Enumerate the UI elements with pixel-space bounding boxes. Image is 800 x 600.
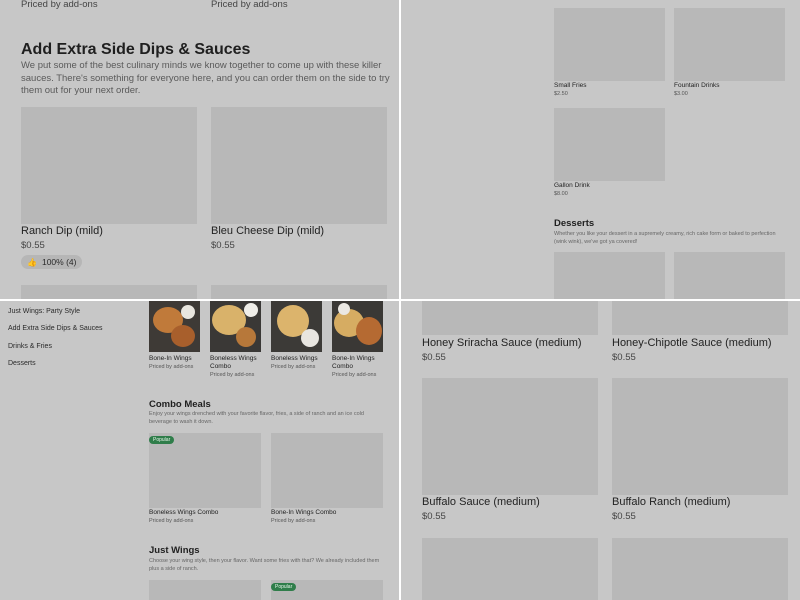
section-description: Choose your wing style, then your flavor…: [149, 558, 380, 572]
panel-drinks-top-right: Small Fries $2.50 Fountain Drinks $3.00 …: [401, 0, 800, 300]
section-title: Desserts: [554, 218, 595, 229]
item-image[interactable]: [612, 538, 788, 600]
item-name[interactable]: Buffalo Sauce (medium): [422, 496, 540, 508]
item-name[interactable]: Honey Sriracha Sauce (medium): [422, 337, 582, 349]
popular-badge: Popular: [149, 436, 175, 444]
item-image[interactable]: [674, 8, 785, 81]
nav-item-desserts[interactable]: Desserts: [8, 360, 36, 367]
item-price: Priced by add-ons: [149, 364, 194, 370]
item-name[interactable]: Boneless Wings: [271, 355, 326, 363]
item-image[interactable]: [554, 108, 665, 181]
item-image[interactable]: [674, 252, 785, 300]
item-price: $0.55: [612, 352, 636, 363]
panel-menu-bottom-left: Just Wings: Party Style Add Extra Side D…: [0, 301, 400, 600]
item-price: Priced by add-ons: [149, 518, 194, 524]
item-price: Priced by add-ons: [211, 0, 288, 10]
item-image[interactable]: [554, 252, 665, 300]
item-image[interactable]: [149, 433, 261, 508]
item-image[interactable]: [210, 301, 261, 352]
item-name[interactable]: Boneless Wings Combo: [149, 509, 218, 516]
item-name[interactable]: Bone-In Wings Combo: [332, 355, 387, 371]
item-name[interactable]: Boneless Wings Combo: [210, 355, 265, 371]
item-name[interactable]: Bone-In Wings: [149, 355, 204, 363]
item-price: Priced by add-ons: [271, 364, 316, 370]
item-image[interactable]: [21, 107, 197, 224]
item-price: $0.55: [422, 511, 446, 522]
item-image[interactable]: [271, 433, 383, 508]
section-description: Whether you like your dessert in a supre…: [554, 231, 776, 245]
thumbs-up-icon: 👍: [27, 257, 37, 267]
item-price: Priced by add-ons: [271, 518, 316, 524]
item-image[interactable]: [422, 301, 598, 335]
item-image[interactable]: [612, 301, 788, 335]
item-name[interactable]: Ranch Dip (mild): [21, 225, 103, 237]
section-description: We put some of the best culinary minds w…: [21, 60, 390, 96]
item-image[interactable]: [422, 538, 598, 600]
quadrant-divider: [0, 299, 800, 301]
item-name[interactable]: Bleu Cheese Dip (mild): [211, 225, 324, 237]
item-price: Priced by add-ons: [332, 372, 377, 378]
nav-item-dips-sauces[interactable]: Add Extra Side Dips & Sauces: [8, 325, 103, 332]
nav-item-just-wings-party[interactable]: Just Wings: Party Style: [8, 308, 80, 315]
item-image[interactable]: [271, 301, 322, 352]
item-price: $0.55: [612, 511, 636, 522]
item-price: $3.00: [674, 91, 688, 97]
item-image[interactable]: [149, 301, 200, 352]
section-title: Add Extra Side Dips & Sauces: [21, 41, 251, 58]
item-image[interactable]: [612, 378, 788, 495]
rating-text: 100% (4): [41, 257, 77, 267]
item-image[interactable]: [149, 580, 261, 600]
item-image[interactable]: [332, 301, 383, 352]
item-price: $0.55: [211, 240, 235, 251]
item-name[interactable]: Honey-Chipotle Sauce (medium): [612, 337, 772, 349]
item-price: $0.55: [21, 240, 45, 251]
item-name[interactable]: Small Fries: [554, 82, 587, 89]
item-image[interactable]: [422, 378, 598, 495]
item-image[interactable]: [21, 285, 197, 300]
panel-sauces-bottom-right: Honey Sriracha Sauce (medium) $0.55 Hone…: [401, 301, 800, 600]
panel-sauces-top-left: Priced by add-ons Priced by add-ons Add …: [0, 0, 400, 300]
section-title: Just Wings: [149, 545, 200, 556]
section-description: Enjoy your wings drenched with your favo…: [149, 411, 364, 425]
item-name[interactable]: Buffalo Ranch (medium): [612, 496, 730, 508]
item-image[interactable]: [211, 107, 387, 224]
item-price: $2.50: [554, 91, 568, 97]
item-name[interactable]: Fountain Drinks: [674, 82, 720, 89]
item-price: Priced by add-ons: [21, 0, 98, 10]
rating-badge: 👍 100% (4): [21, 255, 83, 269]
item-image[interactable]: [554, 8, 665, 81]
popular-badge: Popular: [271, 583, 297, 591]
item-price: Priced by add-ons: [210, 372, 255, 378]
nav-item-drinks-fries[interactable]: Drinks & Fries: [8, 343, 52, 350]
item-price: $0.55: [422, 352, 446, 363]
section-title: Combo Meals: [149, 399, 211, 410]
item-name[interactable]: Bone-In Wings Combo: [271, 509, 336, 516]
item-name[interactable]: Gallon Drink: [554, 182, 590, 189]
item-image[interactable]: [211, 285, 387, 300]
item-price: $8.00: [554, 191, 568, 197]
